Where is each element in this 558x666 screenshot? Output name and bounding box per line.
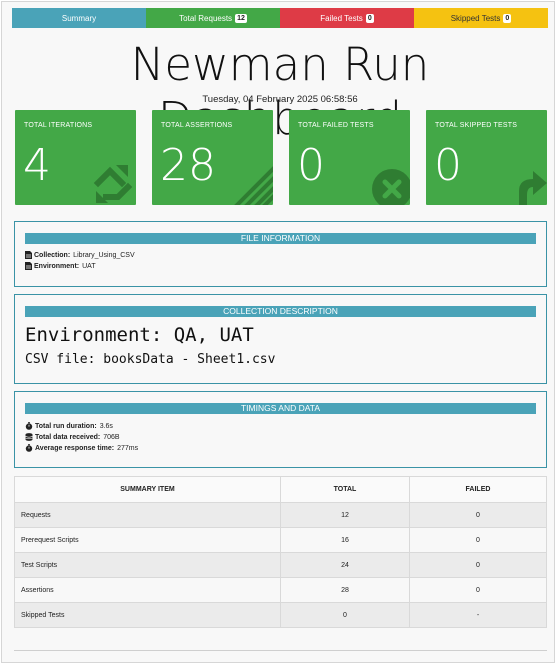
card-value: 4 [23,140,51,191]
table-row: Prerequest Scripts 16 0 [14,527,547,553]
tab-failed-tests-label: Failed Tests [320,13,363,23]
card-label: TOTAL FAILED TESTS [298,122,374,129]
tab-summary-label: Summary [61,13,97,23]
failed-tests-badge: 0 [365,13,374,23]
summary-item-cell: Prerequest Scripts [14,527,281,553]
column-header: FAILED [409,476,547,503]
card-label: TOTAL ASSERTIONS [161,122,233,129]
avg-response-label: Average response time: [35,444,115,452]
database-icon [25,433,33,441]
total-cell: 16 [280,527,410,553]
card-label: TOTAL SKIPPED TESTS [435,122,518,129]
run-duration-label: Total run duration: [35,422,97,430]
card-value: 0 [434,140,462,191]
failed-cell: - [409,602,547,628]
collection-label: Collection: [34,251,71,259]
timings-and-data-panel: TIMINGS AND DATA Total run duration: 3.6… [14,391,547,468]
summary-item-cell: Assertions [14,577,281,603]
summary-item-cell: Skipped Tests [14,602,281,628]
panel-heading: FILE INFORMATION [25,233,536,244]
table-row: Requests 12 0 [14,502,547,528]
file-icon [25,262,32,270]
panel-heading: COLLECTION DESCRIPTION [25,306,536,317]
tab-skipped-tests[interactable]: Skipped Tests 0 [414,8,548,28]
data-received-info: Total data received: 706B [25,433,546,441]
stat-cards: TOTAL ITERATIONS 4 TOTAL ASSERTIONS 28 T… [15,110,547,205]
card-total-skipped-tests: TOTAL SKIPPED TESTS 0 [426,110,547,205]
collection-description-panel: COLLECTION DESCRIPTION Environment: QA, … [14,294,547,384]
total-requests-badge: 12 [235,13,247,23]
stopwatch-icon [25,422,33,430]
data-received-value: 706B [103,433,120,441]
description-line-2: CSV file: booksData - Sheet1.csv [25,352,276,367]
table-row: Test Scripts 24 0 [14,552,547,578]
list-icon [234,166,273,205]
avg-response-value: 277ms [117,444,139,452]
card-label: TOTAL ITERATIONS [24,122,93,129]
total-cell: 12 [280,502,410,528]
collection-value: Library_Using_CSV [73,251,135,259]
run-duration-value: 3.6s [99,422,113,430]
file-icon [25,251,32,259]
tab-total-requests[interactable]: Total Requests 12 [146,8,280,28]
card-value: 0 [297,140,325,191]
share-arrow-icon [519,171,547,205]
stopwatch-icon [25,444,33,452]
tab-total-requests-label: Total Requests [179,13,233,23]
run-duration-info: Total run duration: 3.6s [25,422,546,430]
table-row: Skipped Tests 0 - [14,602,547,628]
failed-cell: 0 [409,527,547,553]
column-header: TOTAL [280,476,410,503]
total-cell: 28 [280,577,410,603]
panel-heading: TIMINGS AND DATA [25,403,536,414]
data-received-label: Total data received: [35,433,101,441]
card-value: 28 [160,140,216,191]
card-total-failed-tests: TOTAL FAILED TESTS 0 [289,110,410,205]
environment-value: UAT [82,262,96,270]
summary-item-cell: Test Scripts [14,552,281,578]
total-cell: 0 [280,602,410,628]
table-row: Assertions 28 0 [14,577,547,603]
footer-divider [14,650,547,651]
summary-table: SUMMARY ITEM TOTAL FAILED Requests 12 0 … [14,476,547,628]
tab-summary[interactable]: Summary [12,8,146,28]
failed-cell: 0 [409,502,547,528]
description-line-1: Environment: QA, UAT [25,324,254,346]
environment-label: Environment: [34,262,80,270]
collection-info: Collection: Library_Using_CSV [25,251,546,259]
total-cell: 24 [280,552,410,578]
skipped-tests-badge: 0 [503,13,512,23]
file-information-panel: FILE INFORMATION Collection: Library_Usi… [14,221,547,287]
dashboard-frame: Summary Total Requests 12 Failed Tests 0… [1,1,555,663]
avg-response-info: Average response time: 277ms [25,444,546,452]
table-header-row: SUMMARY ITEM TOTAL FAILED [14,476,547,503]
run-timestamp: Tuesday, 04 February 2025 06:58:56 [202,94,358,105]
column-header: SUMMARY ITEM [14,476,281,503]
sync-icon [93,165,133,203]
failed-cell: 0 [409,577,547,603]
times-circle-icon [372,169,410,205]
failed-cell: 0 [409,552,547,578]
environment-info: Environment: UAT [25,262,546,270]
card-total-iterations: TOTAL ITERATIONS 4 [15,110,136,205]
tab-failed-tests[interactable]: Failed Tests 0 [280,8,414,28]
nav-tabs: Summary Total Requests 12 Failed Tests 0… [12,8,548,28]
summary-item-cell: Requests [14,502,281,528]
card-total-assertions: TOTAL ASSERTIONS 28 [152,110,273,205]
tab-skipped-tests-label: Skipped Tests [450,13,501,23]
